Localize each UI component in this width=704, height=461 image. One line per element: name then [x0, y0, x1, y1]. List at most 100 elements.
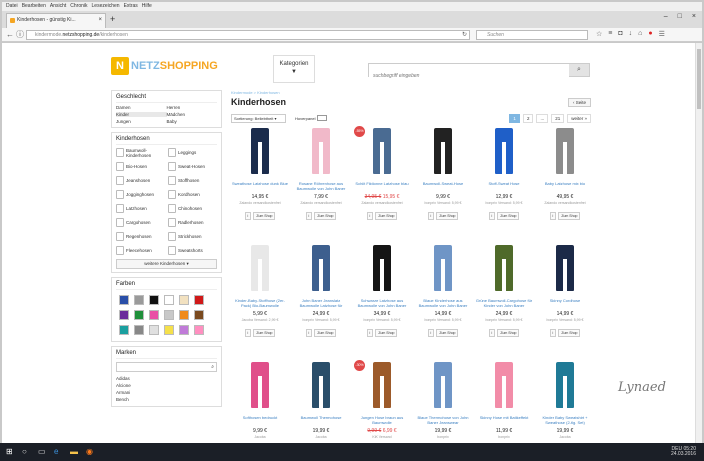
product-card[interactable]: Softhosen bedruckt9,99 €JacobaiZum Shop — [231, 362, 289, 443]
product-card[interactable]: -30% Jungen Hose braun aus Baumwolle 9,99 … — [353, 360, 411, 443]
product-card[interactable]: Kinder-Baby-Stoffhose (2er-Pack) Bio-Bau… — [231, 245, 289, 358]
color-swatch[interactable] — [134, 325, 144, 335]
product-image[interactable] — [414, 362, 472, 412]
more-types-button[interactable]: weitere Kinderhosen ▾ — [116, 259, 217, 269]
page-number[interactable]: 21 — [551, 114, 565, 123]
info-button[interactable]: i — [427, 329, 435, 337]
page-number[interactable]: 1 — [509, 114, 520, 123]
site-search-input[interactable] — [369, 70, 569, 82]
info-button[interactable]: i — [305, 212, 313, 220]
reload-icon[interactable]: ↻ — [462, 30, 467, 40]
zum-shop-button[interactable]: Zum Shop — [314, 212, 337, 220]
back-page-button[interactable]: ‹ Seite — [567, 98, 591, 107]
info-button[interactable]: i — [244, 329, 252, 337]
zum-shop-button[interactable]: Zum Shop — [375, 212, 398, 220]
type-option[interactable]: Regenhosen — [116, 231, 165, 242]
type-option[interactable]: Chinohosen — [168, 203, 217, 214]
firefox-icon[interactable]: ◉ — [86, 447, 93, 456]
product-image[interactable] — [414, 245, 472, 295]
color-swatch[interactable] — [179, 325, 189, 335]
type-option[interactable]: Cargohosen — [116, 217, 165, 228]
color-swatch[interactable] — [134, 295, 144, 305]
color-swatch[interactable] — [164, 295, 174, 305]
product-card[interactable]: Skinny Hose mit Batikeffekt 11,99 € bonpri… — [475, 362, 533, 443]
minimize-icon[interactable]: – — [664, 13, 668, 20]
color-swatch[interactable] — [119, 325, 129, 335]
sort-select[interactable]: Sortierung: Beliebtheit ▾ — [231, 114, 286, 123]
system-tray[interactable]: DEU 05:20 24.03.2016 — [671, 447, 696, 457]
close-window-icon[interactable]: × — [692, 13, 696, 20]
site-logo[interactable]: N NETZ SHOPPING — [111, 57, 218, 75]
brand-option[interactable]: Adidas — [116, 375, 217, 382]
brand-search-input[interactable]: ⌕ — [116, 362, 217, 372]
product-name[interactable]: Baumwoll-Sweat-Hose — [414, 181, 472, 191]
color-swatch[interactable] — [149, 325, 159, 335]
zum-shop-button[interactable]: Zum Shop — [375, 329, 398, 337]
product-name[interactable]: Jungen Hose braun aus Baumwolle — [353, 415, 411, 425]
menu-item[interactable]: Chronik — [70, 2, 87, 11]
info-icon[interactable]: ⓘ — [16, 30, 24, 40]
menu-item[interactable]: Bearbeiten — [22, 2, 46, 11]
product-name[interactable]: Skinny Hose mit Batikeffekt — [475, 415, 533, 425]
type-option[interactable]: Jeanshosen — [116, 175, 165, 186]
url-field[interactable]: kindermode.netzshopping.de/kinderhosen — [26, 30, 470, 40]
menu-item[interactable]: Datei — [6, 2, 18, 11]
type-option[interactable]: Latzhosen — [116, 203, 165, 214]
breadcrumb[interactable]: Kindermode > Kinderhosen — [231, 90, 591, 95]
page-number[interactable]: 2 — [522, 114, 534, 123]
product-card[interactable]: John Baner Jeanslatz Baumwolle Latzhose … — [292, 245, 350, 358]
type-option[interactable]: Stoffhosen — [168, 175, 217, 186]
type-option[interactable]: Leggings — [168, 147, 217, 158]
zum-shop-button[interactable]: Zum Shop — [253, 212, 276, 220]
product-image[interactable] — [475, 362, 533, 412]
brand-option[interactable]: Bench — [116, 396, 217, 403]
info-button[interactable]: i — [366, 329, 374, 337]
product-name[interactable]: John Baner Jeanslatz Baumwolle Latzhose … — [292, 298, 350, 308]
product-card[interactable]: Sweathose Latzhose dunk Blue 14,95 € Zalan… — [231, 128, 289, 241]
type-option[interactable]: Bio-Hosen — [116, 161, 165, 172]
product-image[interactable] — [536, 362, 594, 412]
product-name[interactable]: Grüne Baumwoll-Cargohose für Kinder von … — [475, 298, 533, 308]
product-name[interactable]: Schiit Fiktionne Latzhose blau — [353, 181, 411, 191]
product-image[interactable]: -55% — [353, 126, 411, 178]
page-number[interactable]: ... — [536, 114, 549, 123]
color-swatch[interactable] — [194, 325, 204, 335]
color-swatch[interactable] — [179, 310, 189, 320]
product-name[interactable]: Sweathose Latzhose dunk Blue — [231, 181, 289, 191]
brand-option[interactable]: Armani — [116, 389, 217, 396]
product-card[interactable]: Blaue Thermohose von John Baner Jeanswea… — [414, 362, 472, 443]
color-swatch[interactable] — [164, 310, 174, 320]
addon-icon[interactable]: ● — [648, 30, 652, 38]
info-button[interactable]: i — [488, 212, 496, 220]
info-button[interactable]: i — [488, 329, 496, 337]
menu-item[interactable]: Extras — [124, 2, 138, 11]
product-name[interactable]: Blaue Kinderhose aus Baumwolle von John … — [414, 298, 472, 308]
color-swatch[interactable] — [119, 295, 129, 305]
zum-shop-button[interactable]: Zum Shop — [314, 329, 337, 337]
zum-shop-button[interactable]: Zum Shop — [558, 329, 581, 337]
zum-shop-button[interactable]: Zum Shop — [497, 329, 520, 337]
product-image[interactable] — [353, 245, 411, 295]
zum-shop-button[interactable]: Zum Shop — [497, 212, 520, 220]
info-button[interactable]: i — [549, 329, 557, 337]
type-option[interactable]: Radlerhosen — [168, 217, 217, 228]
hoverpanel-toggle[interactable]: Hoverpanel — [295, 115, 328, 121]
zum-shop-button[interactable]: Zum Shop — [558, 212, 581, 220]
product-card[interactable]: Schwarze Latzhose aus Baumwolle von John… — [353, 245, 411, 358]
type-option[interactable]: Baumwoll-Kinderhosen — [116, 147, 165, 158]
menu-item[interactable]: Hilfe — [142, 2, 152, 11]
categories-button[interactable]: Kategorien ▼ — [273, 55, 315, 83]
download-icon[interactable]: ↓ — [629, 30, 633, 38]
brand-option[interactable]: Alcione — [116, 382, 217, 389]
product-card[interactable]: Stoff-Sweat Hose 12,99 € bonprix Versand: … — [475, 128, 533, 241]
windows-start-icon[interactable]: ⊞ — [6, 447, 13, 456]
product-name[interactable]: Baumwoll Thermohose — [292, 415, 350, 425]
gender-option[interactable]: Jungen — [116, 119, 167, 124]
color-swatch[interactable] — [149, 310, 159, 320]
product-image[interactable] — [475, 245, 533, 295]
product-image[interactable] — [231, 245, 289, 295]
product-name[interactable]: Skinny Cordhose — [536, 298, 594, 308]
product-card[interactable]: Baumwoll Thermohose19,99 €JacobaiZum Sho… — [292, 362, 350, 443]
product-card[interactable]: Rosane Röhrenhose aus Baumwolle von John… — [292, 128, 350, 241]
gender-option[interactable]: Kinder — [116, 112, 167, 117]
